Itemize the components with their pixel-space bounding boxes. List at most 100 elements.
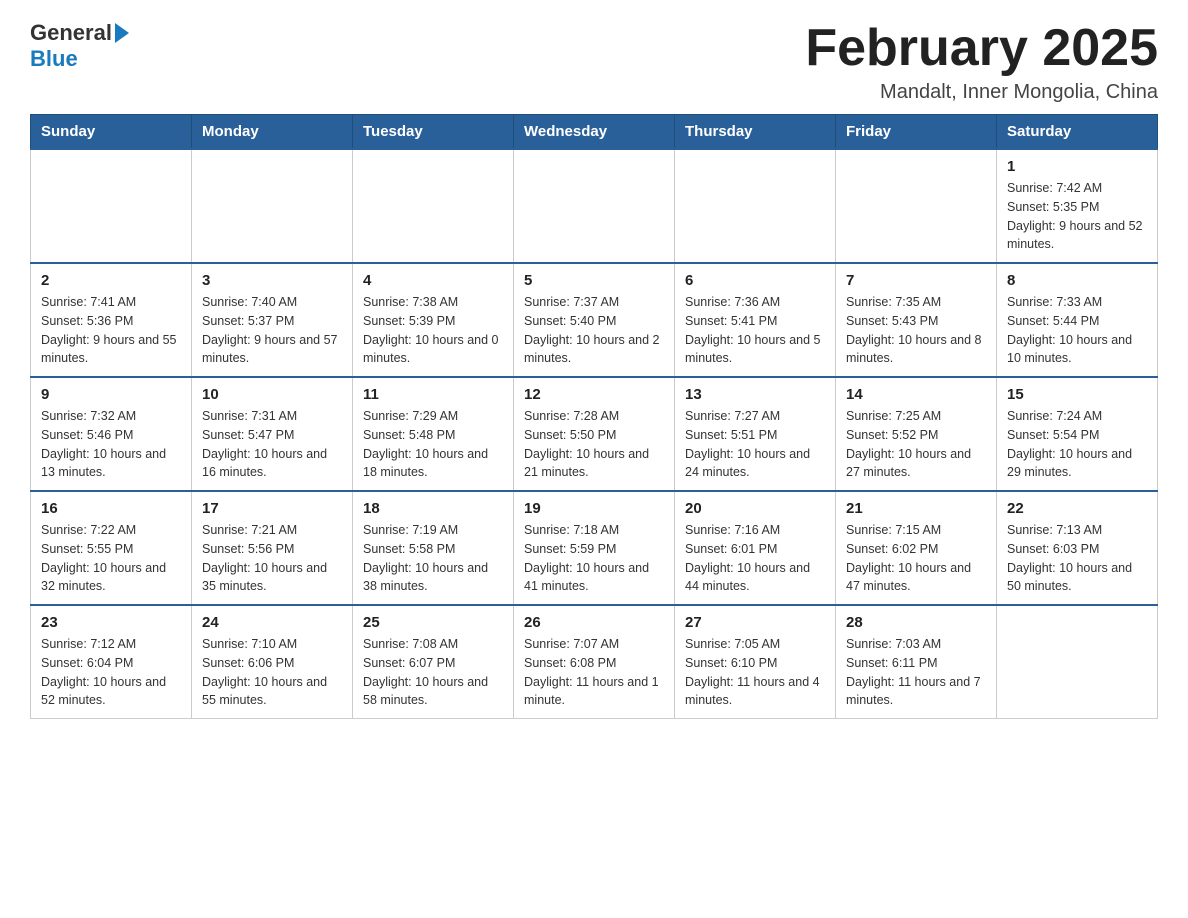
calendar-cell: 9 Sunrise: 7:32 AM Sunset: 5:46 PM Daylig…: [31, 377, 192, 491]
day-info: Sunrise: 7:24 AM Sunset: 5:54 PM Dayligh…: [1007, 407, 1147, 482]
day-number: 2: [41, 272, 181, 289]
calendar-cell: 1 Sunrise: 7:42 AM Sunset: 5:35 PM Daylig…: [997, 149, 1158, 263]
calendar-week-row: 16 Sunrise: 7:22 AM Sunset: 5:55 PM Dayli…: [31, 491, 1158, 605]
day-number: 12: [524, 386, 664, 403]
day-number: 8: [1007, 272, 1147, 289]
day-number: 17: [202, 500, 342, 517]
calendar-cell: 8Sunrise: 7:33 AM Sunset: 5:44 PM Daylig…: [997, 263, 1158, 377]
day-number: 19: [524, 500, 664, 517]
day-number: 14: [846, 386, 986, 403]
calendar-cell: 27Sunrise: 7:05 AM Sunset: 6:10 PM Dayli…: [675, 605, 836, 719]
weekday-header-thursday: Thursday: [675, 115, 836, 150]
day-number: 25: [363, 614, 503, 631]
calendar-cell: 26 Sunrise: 7:07 AM Sunset: 6:08 PM Dayli…: [514, 605, 675, 719]
day-number: 10: [202, 386, 342, 403]
weekday-header-friday: Friday: [836, 115, 997, 150]
day-number: 5: [524, 272, 664, 289]
calendar-cell: 22 Sunrise: 7:13 AM Sunset: 6:03 PM Dayli…: [997, 491, 1158, 605]
weekday-header-tuesday: Tuesday: [353, 115, 514, 150]
day-number: 28: [846, 614, 986, 631]
day-number: 20: [685, 500, 825, 517]
day-info: Sunrise: 7:42 AM Sunset: 5:35 PM Dayligh…: [1007, 179, 1147, 254]
day-info: Sunrise: 7:27 AM Sunset: 5:51 PM Dayligh…: [685, 407, 825, 482]
day-info: Sunrise: 7:40 AM Sunset: 5:37 PM Dayligh…: [202, 293, 342, 368]
day-number: 13: [685, 386, 825, 403]
calendar-cell: 17 Sunrise: 7:21 AM Sunset: 5:56 PM Dayli…: [192, 491, 353, 605]
day-info: Sunrise: 7:05 AM Sunset: 6:10 PM Dayligh…: [685, 635, 825, 710]
day-number: 11: [363, 386, 503, 403]
day-info: Sunrise: 7:21 AM Sunset: 5:56 PM Dayligh…: [202, 521, 342, 596]
day-info: Sunrise: 7:36 AM Sunset: 5:41 PM Dayligh…: [685, 293, 825, 368]
day-number: 16: [41, 500, 181, 517]
calendar-table: SundayMondayTuesdayWednesdayThursdayFrid…: [30, 114, 1158, 719]
day-number: 18: [363, 500, 503, 517]
day-info: Sunrise: 7:29 AM Sunset: 5:48 PM Dayligh…: [363, 407, 503, 482]
calendar-cell: 6 Sunrise: 7:36 AM Sunset: 5:41 PM Daylig…: [675, 263, 836, 377]
calendar-cell: [31, 149, 192, 263]
calendar-week-row: 2 Sunrise: 7:41 AM Sunset: 5:36 PM Daylig…: [31, 263, 1158, 377]
calendar-cell: 12Sunrise: 7:28 AM Sunset: 5:50 PM Dayli…: [514, 377, 675, 491]
day-info: Sunrise: 7:38 AM Sunset: 5:39 PM Dayligh…: [363, 293, 503, 368]
day-info: Sunrise: 7:12 AM Sunset: 6:04 PM Dayligh…: [41, 635, 181, 710]
calendar-cell: 2 Sunrise: 7:41 AM Sunset: 5:36 PM Daylig…: [31, 263, 192, 377]
day-number: 7: [846, 272, 986, 289]
day-info: Sunrise: 7:16 AM Sunset: 6:01 PM Dayligh…: [685, 521, 825, 596]
day-info: Sunrise: 7:08 AM Sunset: 6:07 PM Dayligh…: [363, 635, 503, 710]
calendar-cell: 5Sunrise: 7:37 AM Sunset: 5:40 PM Daylig…: [514, 263, 675, 377]
calendar-cell: 13 Sunrise: 7:27 AM Sunset: 5:51 PM Dayli…: [675, 377, 836, 491]
day-info: Sunrise: 7:31 AM Sunset: 5:47 PM Dayligh…: [202, 407, 342, 482]
day-info: Sunrise: 7:13 AM Sunset: 6:03 PM Dayligh…: [1007, 521, 1147, 596]
day-number: 24: [202, 614, 342, 631]
title-section: February 2025 Mandalt, Inner Mongolia, C…: [805, 20, 1158, 104]
calendar-cell: [192, 149, 353, 263]
day-info: Sunrise: 7:03 AM Sunset: 6:11 PM Dayligh…: [846, 635, 986, 710]
day-number: 22: [1007, 500, 1147, 517]
calendar-cell: 3 Sunrise: 7:40 AM Sunset: 5:37 PM Daylig…: [192, 263, 353, 377]
weekday-header-saturday: Saturday: [997, 115, 1158, 150]
day-number: 26: [524, 614, 664, 631]
day-info: Sunrise: 7:18 AM Sunset: 5:59 PM Dayligh…: [524, 521, 664, 596]
day-number: 1: [1007, 158, 1147, 175]
day-info: Sunrise: 7:19 AM Sunset: 5:58 PM Dayligh…: [363, 521, 503, 596]
calendar-cell: 19 Sunrise: 7:18 AM Sunset: 5:59 PM Dayli…: [514, 491, 675, 605]
logo-general-text: General: [30, 20, 112, 46]
calendar-week-row: 1 Sunrise: 7:42 AM Sunset: 5:35 PM Daylig…: [31, 149, 1158, 263]
day-info: Sunrise: 7:32 AM Sunset: 5:46 PM Dayligh…: [41, 407, 181, 482]
calendar-cell: 11 Sunrise: 7:29 AM Sunset: 5:48 PM Dayli…: [353, 377, 514, 491]
calendar-cell: 24 Sunrise: 7:10 AM Sunset: 6:06 PM Dayli…: [192, 605, 353, 719]
day-info: Sunrise: 7:22 AM Sunset: 5:55 PM Dayligh…: [41, 521, 181, 596]
day-number: 3: [202, 272, 342, 289]
logo: General Blue: [30, 20, 129, 72]
day-number: 4: [363, 272, 503, 289]
calendar-cell: [675, 149, 836, 263]
weekday-header-wednesday: Wednesday: [514, 115, 675, 150]
day-number: 9: [41, 386, 181, 403]
calendar-cell: 16 Sunrise: 7:22 AM Sunset: 5:55 PM Dayli…: [31, 491, 192, 605]
calendar-cell: [353, 149, 514, 263]
calendar-cell: 18 Sunrise: 7:19 AM Sunset: 5:58 PM Dayli…: [353, 491, 514, 605]
calendar-cell: 15Sunrise: 7:24 AM Sunset: 5:54 PM Dayli…: [997, 377, 1158, 491]
day-number: 21: [846, 500, 986, 517]
day-info: Sunrise: 7:41 AM Sunset: 5:36 PM Dayligh…: [41, 293, 181, 368]
calendar-cell: 25 Sunrise: 7:08 AM Sunset: 6:07 PM Dayli…: [353, 605, 514, 719]
calendar-cell: [836, 149, 997, 263]
calendar-week-row: 23Sunrise: 7:12 AM Sunset: 6:04 PM Dayli…: [31, 605, 1158, 719]
logo-blue-text: Blue: [30, 46, 78, 72]
calendar-header-row: SundayMondayTuesdayWednesdayThursdayFrid…: [31, 115, 1158, 150]
calendar-cell: 4 Sunrise: 7:38 AM Sunset: 5:39 PM Daylig…: [353, 263, 514, 377]
calendar-cell: 21 Sunrise: 7:15 AM Sunset: 6:02 PM Dayli…: [836, 491, 997, 605]
day-info: Sunrise: 7:10 AM Sunset: 6:06 PM Dayligh…: [202, 635, 342, 710]
calendar-cell: 28 Sunrise: 7:03 AM Sunset: 6:11 PM Dayli…: [836, 605, 997, 719]
calendar-cell: 10 Sunrise: 7:31 AM Sunset: 5:47 PM Dayli…: [192, 377, 353, 491]
calendar-cell: 7 Sunrise: 7:35 AM Sunset: 5:43 PM Daylig…: [836, 263, 997, 377]
weekday-header-sunday: Sunday: [31, 115, 192, 150]
day-info: Sunrise: 7:07 AM Sunset: 6:08 PM Dayligh…: [524, 635, 664, 710]
day-number: 6: [685, 272, 825, 289]
logo-triangle-icon: [115, 23, 129, 43]
day-info: Sunrise: 7:35 AM Sunset: 5:43 PM Dayligh…: [846, 293, 986, 368]
day-info: Sunrise: 7:15 AM Sunset: 6:02 PM Dayligh…: [846, 521, 986, 596]
calendar-cell: [997, 605, 1158, 719]
calendar-cell: 14Sunrise: 7:25 AM Sunset: 5:52 PM Dayli…: [836, 377, 997, 491]
calendar-cell: 23Sunrise: 7:12 AM Sunset: 6:04 PM Dayli…: [31, 605, 192, 719]
calendar-cell: [514, 149, 675, 263]
